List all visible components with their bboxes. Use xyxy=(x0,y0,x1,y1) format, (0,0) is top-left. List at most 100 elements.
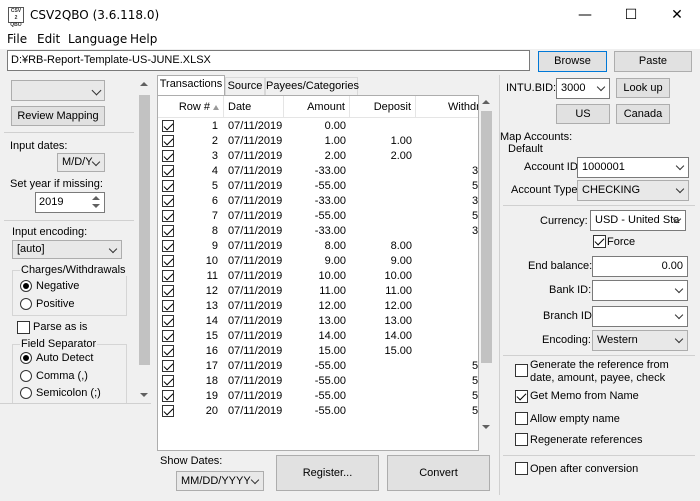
row-checkbox[interactable] xyxy=(162,225,176,240)
col-row-num[interactable]: Row # xyxy=(158,96,224,118)
row-checkbox[interactable] xyxy=(162,345,176,360)
input-encoding-select[interactable]: [auto] xyxy=(12,240,122,259)
parse-as-is-checkbox[interactable] xyxy=(17,321,30,334)
col-date[interactable]: Date xyxy=(224,96,284,118)
force-checkbox[interactable] xyxy=(593,235,606,248)
row-checkbox[interactable] xyxy=(162,150,176,165)
row-checkbox[interactable] xyxy=(162,195,176,210)
positive-radio[interactable] xyxy=(20,298,32,310)
col-amount[interactable]: Amount xyxy=(284,96,350,118)
table-row[interactable]: 20 07/11/2019 -55.00 5 xyxy=(158,404,478,420)
stepper-up-icon[interactable] xyxy=(92,196,100,200)
left-panel-scrollbar[interactable] xyxy=(137,77,152,403)
minimize-button[interactable]: — xyxy=(562,0,608,30)
regenerate-references-checkbox[interactable] xyxy=(515,433,528,446)
end-balance-input[interactable]: 0.00 xyxy=(592,256,688,277)
row-checkbox[interactable] xyxy=(162,330,176,345)
allow-empty-name-checkbox[interactable] xyxy=(515,412,528,425)
stepper-down-icon[interactable] xyxy=(92,204,100,208)
auto-detect-radio[interactable] xyxy=(20,352,32,364)
tab-transactions[interactable]: Transactions xyxy=(157,75,225,96)
paste-button[interactable]: Paste xyxy=(614,51,692,72)
menu-help[interactable]: Help xyxy=(130,32,157,46)
table-row[interactable]: 9 07/11/2019 8.00 8.00 xyxy=(158,239,478,255)
row-checkbox[interactable] xyxy=(162,210,176,225)
grid-scrollbar[interactable] xyxy=(479,95,494,435)
table-row[interactable]: 14 07/11/2019 13.00 13.00 xyxy=(158,314,478,330)
account-id-select[interactable]: 1000001 xyxy=(577,157,689,178)
menu-language[interactable]: Language xyxy=(68,32,127,46)
show-dates-select[interactable]: MM/DD/YYYY xyxy=(176,471,264,491)
grid-scroll-up-icon[interactable] xyxy=(482,100,490,104)
table-row[interactable]: 6 07/11/2019 -33.00 3 xyxy=(158,194,478,210)
get-memo-checkbox[interactable] xyxy=(515,390,528,403)
generate-reference-checkbox[interactable] xyxy=(515,364,528,377)
intu-bid-select[interactable]: 3000 xyxy=(556,78,610,99)
semicolon-radio[interactable] xyxy=(20,387,32,399)
row-checkbox[interactable] xyxy=(162,285,176,300)
canada-button[interactable]: Canada xyxy=(616,104,670,124)
row-checkbox[interactable] xyxy=(162,375,176,390)
negative-radio[interactable] xyxy=(20,280,32,292)
mapping-select[interactable] xyxy=(11,80,105,101)
table-row[interactable]: 3 07/11/2019 2.00 2.00 xyxy=(158,149,478,165)
grid-scroll-down-icon[interactable] xyxy=(482,425,490,429)
table-row[interactable]: 11 07/11/2019 10.00 10.00 xyxy=(158,269,478,285)
menu-edit[interactable]: Edit xyxy=(37,32,60,46)
row-checkbox[interactable] xyxy=(162,360,176,375)
col-withdrawal[interactable]: Withdra xyxy=(416,96,478,118)
table-row[interactable]: 5 07/11/2019 -55.00 5 xyxy=(158,179,478,195)
row-checkbox[interactable] xyxy=(162,255,176,270)
scroll-down-icon[interactable] xyxy=(140,393,148,397)
browse-button[interactable]: Browse xyxy=(538,51,607,72)
bank-id-select[interactable] xyxy=(592,280,688,301)
date-format-select[interactable]: M/D/Y xyxy=(57,153,105,172)
table-row[interactable]: 2 07/11/2019 1.00 1.00 xyxy=(158,134,478,150)
scrollbar-thumb[interactable] xyxy=(139,95,150,365)
row-checkbox[interactable] xyxy=(162,120,176,135)
row-checkbox[interactable] xyxy=(162,240,176,255)
comma-radio[interactable] xyxy=(20,370,32,382)
maximize-button[interactable]: ☐ xyxy=(608,0,654,30)
table-row[interactable]: 19 07/11/2019 -55.00 5 xyxy=(158,389,478,405)
tab-source[interactable]: Source xyxy=(225,77,265,95)
file-path-input[interactable]: D:¥RB-Report-Template-US-JUNE.XLSX xyxy=(7,50,530,71)
table-row[interactable]: 10 07/11/2019 9.00 9.00 xyxy=(158,254,478,270)
row-checkbox[interactable] xyxy=(162,135,176,150)
row-checkbox[interactable] xyxy=(162,270,176,285)
row-checkbox[interactable] xyxy=(162,300,176,315)
row-checkbox[interactable] xyxy=(162,405,176,420)
year-stepper[interactable]: 2019 xyxy=(35,192,105,213)
currency-select[interactable]: USD - United Sta xyxy=(590,210,686,231)
table-row[interactable]: 8 07/11/2019 -33.00 3 xyxy=(158,224,478,240)
table-row[interactable]: 1 07/11/2019 0.00 xyxy=(158,119,478,135)
table-row[interactable]: 17 07/11/2019 -55.00 5 xyxy=(158,359,478,375)
open-after-conversion-checkbox[interactable] xyxy=(515,462,528,475)
table-row[interactable]: 4 07/11/2019 -33.00 3 xyxy=(158,164,478,180)
row-checkbox[interactable] xyxy=(162,165,176,180)
tab-payees-categories[interactable]: Payees/Categories xyxy=(265,77,359,95)
row-checkbox[interactable] xyxy=(162,390,176,405)
table-row[interactable]: 15 07/11/2019 14.00 14.00 xyxy=(158,329,478,345)
col-deposit[interactable]: Deposit xyxy=(350,96,416,118)
look-up-button[interactable]: Look up xyxy=(616,78,670,98)
register-button[interactable]: Register... xyxy=(276,455,379,491)
row-checkbox[interactable] xyxy=(162,315,176,330)
menu-file[interactable]: File xyxy=(7,32,27,46)
table-row[interactable]: 18 07/11/2019 -55.00 5 xyxy=(158,374,478,390)
encoding-select[interactable]: Western xyxy=(592,330,688,351)
convert-button[interactable]: Convert xyxy=(387,455,490,491)
account-type-select[interactable]: CHECKING xyxy=(577,180,689,201)
branch-id-select[interactable] xyxy=(592,306,688,327)
close-button[interactable]: ✕ xyxy=(654,0,700,30)
table-row[interactable]: 12 07/11/2019 11.00 11.00 xyxy=(158,284,478,300)
grid-scrollbar-thumb[interactable] xyxy=(481,111,492,363)
row-checkbox[interactable] xyxy=(162,180,176,195)
review-mapping-button[interactable]: Review Mapping xyxy=(11,106,105,126)
scroll-up-icon[interactable] xyxy=(140,82,148,86)
us-button[interactable]: US xyxy=(556,104,610,124)
transactions-grid[interactable]: Row # Date Amount Deposit Withdra 1 07/11… xyxy=(157,95,479,451)
table-row[interactable]: 13 07/11/2019 12.00 12.00 xyxy=(158,299,478,315)
table-row[interactable]: 7 07/11/2019 -55.00 5 xyxy=(158,209,478,225)
table-row[interactable]: 16 07/11/2019 15.00 15.00 xyxy=(158,344,478,360)
